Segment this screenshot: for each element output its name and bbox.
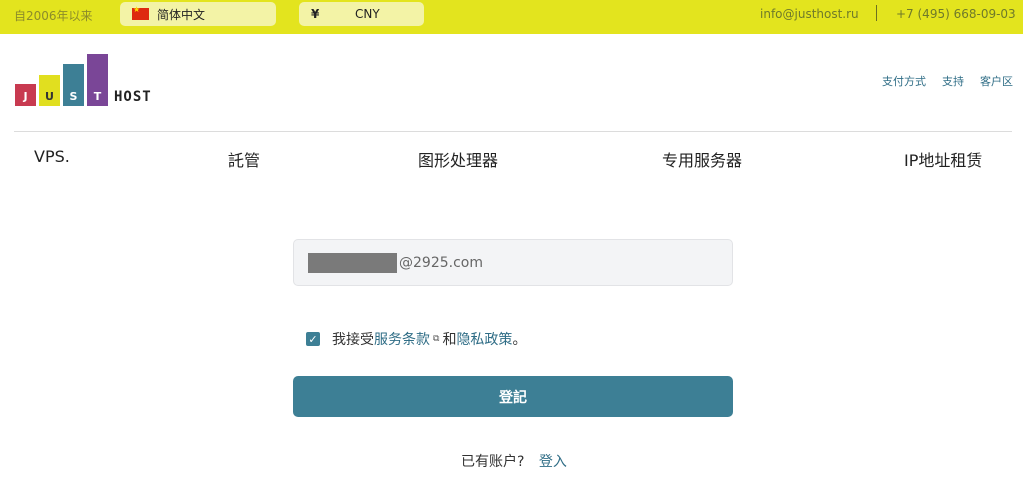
logo-host-text: HOST [114, 89, 152, 105]
nav-item-gpu[interactable]: 图形处理器 [418, 147, 498, 171]
nav-item-ip-rental[interactable]: IP地址租赁 [904, 147, 982, 171]
language-label: 简体中文 [157, 7, 206, 22]
justhost-logo[interactable]: J U S T HOST [15, 54, 160, 106]
terms-checkbox[interactable]: ✓ [306, 332, 320, 346]
main-nav: VPS. 託管 图形处理器 专用服务器 IP地址租赁 [0, 147, 1023, 171]
email-value: @2925.com [399, 254, 483, 271]
topbar-divider [876, 5, 877, 21]
nav-item-dedicated[interactable]: 专用服务器 [662, 147, 742, 171]
privacy-policy-link[interactable]: 隐私政策 [456, 329, 512, 349]
terms-agreement: ✓ 我接受 服务条款 ⧉ 和 隐私政策 。 [306, 329, 526, 349]
login-link[interactable]: 登入 [539, 454, 567, 470]
top-bar: 自2006年以来 简体中文 ¥ CNY info@justhost.ru +7 … [0, 0, 1023, 34]
header-divider [14, 131, 1012, 132]
payment-methods-link[interactable]: 支付方式 [882, 73, 926, 89]
agree-suffix: 。 [512, 332, 527, 348]
logo-bar-s: S [63, 64, 84, 106]
external-link-icon: ⧉ [433, 334, 440, 344]
nav-item-vps[interactable]: VPS. [34, 147, 70, 166]
logo-bar-j: J [15, 84, 36, 106]
agree-prefix: 我接受 [332, 332, 374, 348]
currency-selector[interactable]: ¥ CNY [299, 2, 424, 26]
register-button[interactable]: 登記 [293, 376, 733, 417]
support-link[interactable]: 支持 [942, 73, 964, 89]
login-prompt: 已有账户? 登入 [461, 451, 567, 471]
china-flag-icon [132, 5, 149, 20]
logo-bar-u: U [39, 75, 60, 106]
have-account-text: 已有账户? [461, 454, 525, 470]
yen-icon: ¥ [311, 7, 320, 21]
nav-item-hosting[interactable]: 託管 [228, 147, 260, 171]
client-area-link[interactable]: 客户区 [980, 73, 1013, 89]
language-selector[interactable]: 简体中文 [120, 2, 276, 26]
contact-email[interactable]: info@justhost.ru [760, 7, 859, 21]
contact-phone[interactable]: +7 (495) 668-09-03 [896, 7, 1016, 21]
currency-label: CNY [355, 7, 380, 21]
agree-and: 和 [442, 332, 457, 348]
since-text: 自2006年以来 [14, 9, 93, 23]
header-links: 支付方式 支持 客户区 [882, 73, 1013, 89]
logo-bar-t: T [87, 54, 108, 106]
redacted-block [308, 252, 397, 273]
terms-of-service-link[interactable]: 服务条款 [374, 329, 430, 349]
email-field[interactable]: @2925.com [293, 239, 733, 286]
